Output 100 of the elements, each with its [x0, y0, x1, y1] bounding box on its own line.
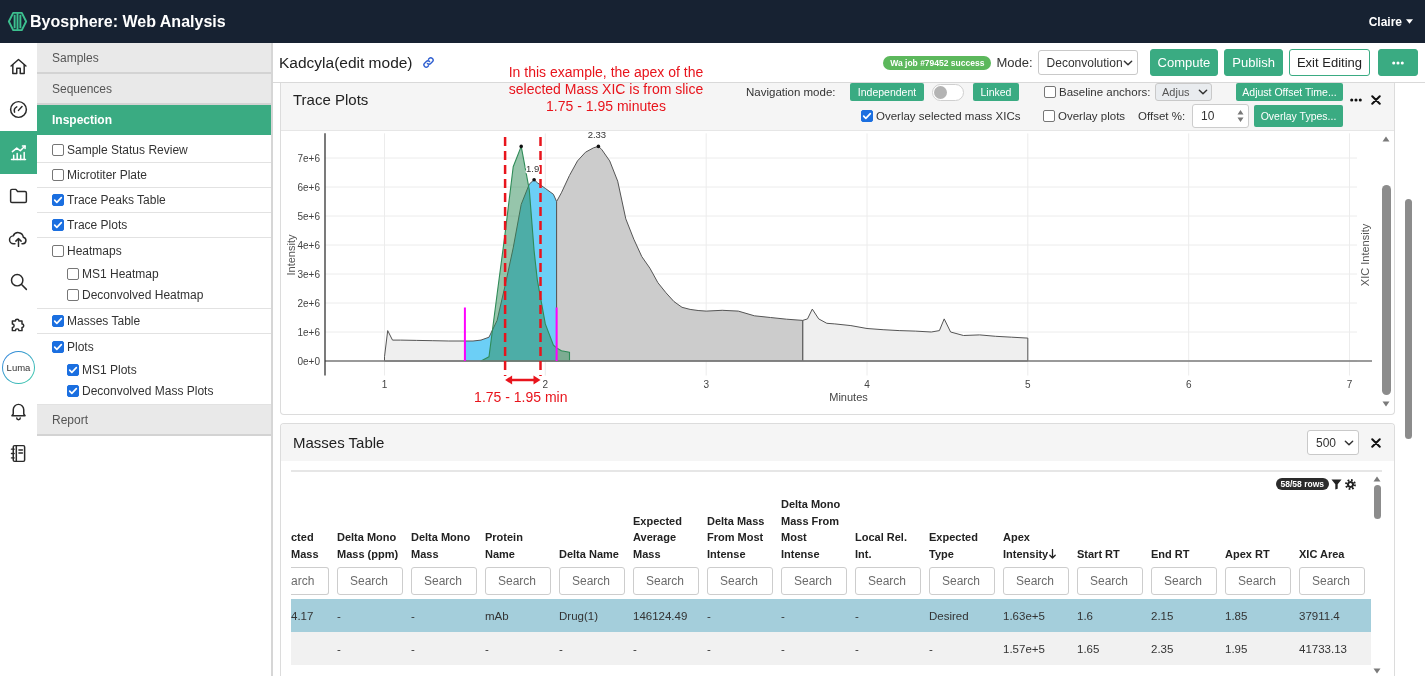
search-field[interactable]: Search: [929, 567, 995, 595]
filter-icon[interactable]: [1331, 478, 1342, 490]
search-field[interactable]: Search: [485, 567, 551, 595]
mode-select[interactable]: Deconvolution: [1037, 50, 1138, 75]
column-header[interactable]: cted Mass: [291, 529, 329, 562]
more-icon[interactable]: [1350, 98, 1362, 102]
table-cell-text: 1.6: [1077, 609, 1094, 622]
table-row[interactable]: 4.17 - - mAb Drug(1) 146124.49 - - - Desired 1.63e+5 1.6 2.15 1.85 37911.4: [291, 599, 1371, 632]
checkbox[interactable]: [67, 288, 79, 301]
x-tick-label: 1: [381, 379, 388, 390]
checkbox[interactable]: [67, 384, 79, 397]
y-tick-label: 1e+6: [297, 326, 320, 338]
spinner-icon[interactable]: [1237, 109, 1244, 123]
search-field[interactable]: Search: [1077, 567, 1143, 595]
search-field[interactable]: Search: [1151, 567, 1217, 595]
search-field[interactable]: Search: [855, 567, 921, 595]
search-field[interactable]: Search: [559, 567, 625, 595]
column-header[interactable]: XIC Area: [1299, 545, 1365, 562]
toggle-switch[interactable]: [932, 83, 964, 101]
table-cell-text: -: [411, 609, 416, 622]
table-cell-text: -: [337, 642, 342, 655]
y-tick-label: 5e+6: [297, 210, 320, 222]
checkbox[interactable]: [52, 219, 64, 231]
y-tick-label: 2e+6: [297, 297, 320, 309]
column-header[interactable]: Apex Intensity: [1003, 529, 1069, 562]
search-field[interactable]: Search: [411, 567, 477, 595]
scrollbar-thumb[interactable]: [1381, 185, 1391, 395]
scrollbar-thumb[interactable]: [1373, 485, 1381, 519]
checkbox[interactable]: [52, 144, 64, 156]
table-cell-text: -: [337, 609, 342, 622]
checkbox[interactable]: [67, 267, 79, 280]
x-tick-label: 3: [703, 379, 709, 390]
nav-item-label[interactable]: Masses Table: [67, 314, 141, 328]
app-title: Byosphere: Web Analysis: [30, 12, 226, 31]
column-header[interactable]: Protein Name: [485, 529, 551, 562]
search-field[interactable]: Search: [633, 567, 699, 595]
link-icon[interactable]: [421, 56, 435, 69]
column-header[interactable]: Delta Mass From Most Intense: [707, 512, 773, 562]
search-field[interactable]: Search: [1225, 567, 1291, 595]
peak-label: 1.9: [526, 162, 540, 174]
checkbox[interactable]: [52, 340, 64, 353]
exit-editing-button[interactable]: Exit Editing: [1288, 49, 1370, 76]
peak-boundary-marker: [463, 306, 466, 362]
column-header[interactable]: Delta Name: [559, 545, 625, 562]
scroll-up-icon[interactable]: [1373, 476, 1381, 482]
settings-icon[interactable]: [1344, 477, 1357, 491]
checkbox[interactable]: [1043, 110, 1055, 122]
close-icon[interactable]: [1371, 437, 1381, 448]
nav-section-header[interactable]: Report: [37, 405, 271, 436]
checkbox[interactable]: [861, 110, 873, 122]
table-cell-text: 2.35: [1151, 642, 1175, 655]
checkbox-label: Overlay selected mass XICs: [876, 110, 1022, 122]
table-row[interactable]: - - - - - - - - - 1.57e+5 1.65 2.35 1.95 41733.13: [291, 632, 1371, 665]
page-size-select[interactable]: 500: [1307, 430, 1359, 455]
column-header[interactable]: Start RT: [1077, 545, 1143, 562]
search-field[interactable]: Search: [337, 567, 403, 595]
checkbox[interactable]: [1044, 86, 1056, 98]
column-header[interactable]: Local Rel. Int.: [855, 529, 921, 562]
column-header[interactable]: Delta Mono Mass: [411, 529, 477, 562]
nav-item-label[interactable]: Deconvolved Mass Plots: [82, 383, 214, 398]
apex-marker: [596, 144, 601, 149]
close-icon[interactable]: [1371, 95, 1381, 105]
column-header[interactable]: Expected Type: [929, 529, 995, 562]
search-field[interactable]: arch: [291, 567, 329, 595]
chevron-down-icon: [1122, 57, 1133, 68]
search-field[interactable]: Search: [1003, 567, 1069, 595]
nav-item-label[interactable]: Microtiter Plate: [67, 168, 148, 182]
nav-item-label[interactable]: MS1 Heatmap: [82, 266, 159, 281]
nav-item-label[interactable]: Sample Status Review: [67, 143, 188, 157]
checkbox[interactable]: [67, 363, 79, 376]
scroll-down-icon[interactable]: [1373, 668, 1381, 674]
user-menu-button[interactable]: Claire: [1368, 14, 1413, 29]
checkbox[interactable]: [52, 194, 64, 206]
column-header[interactable]: Expected Average Mass: [633, 512, 699, 562]
nav-item-label[interactable]: Heatmaps: [67, 243, 122, 258]
checkbox[interactable]: [52, 169, 64, 181]
nav-item-label[interactable]: Deconvolved Heatmap: [82, 287, 204, 302]
table-cell-text: 1.65: [1077, 642, 1101, 655]
panel-title: Trace Plots: [293, 91, 369, 108]
nav-section-header[interactable]: Samples: [37, 43, 271, 74]
nav-item-label[interactable]: MS1 Plots: [82, 362, 137, 377]
checkbox[interactable]: [52, 244, 64, 257]
nav-section-header[interactable]: Sequences: [37, 74, 271, 105]
nav-item-label[interactable]: Trace Plots: [67, 218, 128, 232]
column-header[interactable]: End RT: [1151, 545, 1217, 562]
checkbox[interactable]: [52, 315, 64, 327]
table-cell-text: -: [781, 609, 786, 622]
nav-item-label[interactable]: Trace Peaks Table: [67, 193, 166, 207]
search-field[interactable]: Search: [781, 567, 847, 595]
table-cell-text: 1.57e+5: [1003, 642, 1046, 655]
search-field[interactable]: Search: [707, 567, 773, 595]
column-header[interactable]: Delta Mono Mass (ppm): [337, 529, 403, 562]
offset-input[interactable]: 10: [1192, 104, 1249, 128]
scroll-down-icon[interactable]: [1382, 401, 1390, 407]
column-header[interactable]: Apex RT: [1225, 545, 1291, 562]
scrollbar-thumb[interactable]: [1405, 199, 1412, 439]
scroll-up-icon[interactable]: [1382, 136, 1390, 142]
nav-item-label[interactable]: Plots: [67, 339, 94, 354]
column-header[interactable]: Delta Mono Mass From Most Intense: [781, 496, 847, 562]
search-field[interactable]: Search: [1299, 567, 1365, 595]
